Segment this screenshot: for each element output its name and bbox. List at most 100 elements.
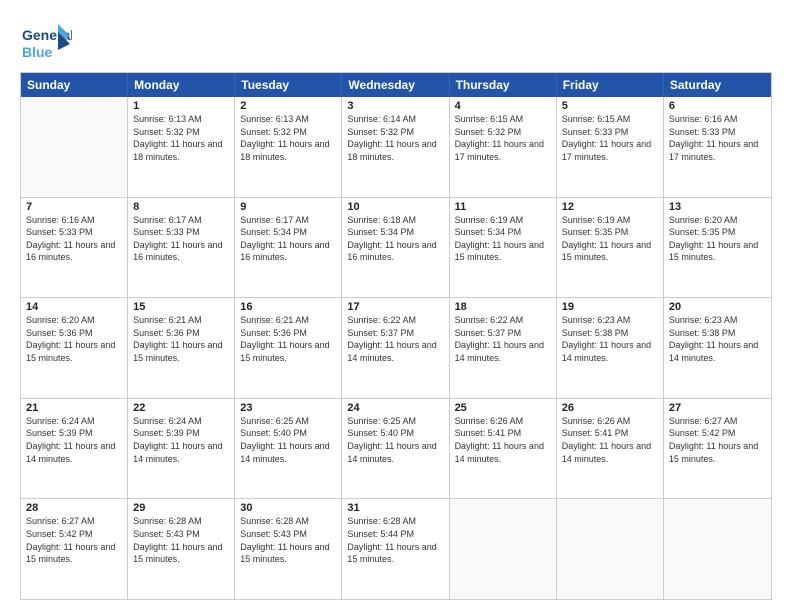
- day-number: 29: [133, 502, 229, 514]
- calendar-header-thursday: Thursday: [450, 73, 557, 97]
- day-number: 24: [347, 402, 443, 414]
- calendar-header-tuesday: Tuesday: [235, 73, 342, 97]
- calendar-cell: [450, 499, 557, 599]
- day-number: 17: [347, 301, 443, 313]
- day-info: Sunrise: 6:19 AM Sunset: 5:35 PM Dayligh…: [562, 214, 658, 264]
- day-number: 28: [26, 502, 122, 514]
- day-info: Sunrise: 6:13 AM Sunset: 5:32 PM Dayligh…: [133, 113, 229, 163]
- day-info: Sunrise: 6:22 AM Sunset: 5:37 PM Dayligh…: [455, 314, 551, 364]
- calendar-cell: 17Sunrise: 6:22 AM Sunset: 5:37 PM Dayli…: [342, 298, 449, 398]
- calendar-cell: 10Sunrise: 6:18 AM Sunset: 5:34 PM Dayli…: [342, 198, 449, 298]
- day-info: Sunrise: 6:16 AM Sunset: 5:33 PM Dayligh…: [26, 214, 122, 264]
- calendar-header-sunday: Sunday: [21, 73, 128, 97]
- day-number: 27: [669, 402, 766, 414]
- day-number: 20: [669, 301, 766, 313]
- calendar-week-4: 28Sunrise: 6:27 AM Sunset: 5:42 PM Dayli…: [21, 498, 771, 599]
- day-number: 7: [26, 201, 122, 213]
- day-info: Sunrise: 6:21 AM Sunset: 5:36 PM Dayligh…: [240, 314, 336, 364]
- day-number: 31: [347, 502, 443, 514]
- day-info: Sunrise: 6:16 AM Sunset: 5:33 PM Dayligh…: [669, 113, 766, 163]
- calendar-cell: 30Sunrise: 6:28 AM Sunset: 5:43 PM Dayli…: [235, 499, 342, 599]
- day-info: Sunrise: 6:20 AM Sunset: 5:36 PM Dayligh…: [26, 314, 122, 364]
- calendar-cell: 11Sunrise: 6:19 AM Sunset: 5:34 PM Dayli…: [450, 198, 557, 298]
- day-number: 1: [133, 100, 229, 112]
- calendar-cell: 3Sunrise: 6:14 AM Sunset: 5:32 PM Daylig…: [342, 97, 449, 197]
- calendar-header-friday: Friday: [557, 73, 664, 97]
- calendar-cell: 20Sunrise: 6:23 AM Sunset: 5:38 PM Dayli…: [664, 298, 771, 398]
- day-number: 8: [133, 201, 229, 213]
- day-info: Sunrise: 6:24 AM Sunset: 5:39 PM Dayligh…: [26, 415, 122, 465]
- day-number: 2: [240, 100, 336, 112]
- calendar-cell: 6Sunrise: 6:16 AM Sunset: 5:33 PM Daylig…: [664, 97, 771, 197]
- calendar-cell: 21Sunrise: 6:24 AM Sunset: 5:39 PM Dayli…: [21, 399, 128, 499]
- day-number: 26: [562, 402, 658, 414]
- calendar-cell: 27Sunrise: 6:27 AM Sunset: 5:42 PM Dayli…: [664, 399, 771, 499]
- day-info: Sunrise: 6:25 AM Sunset: 5:40 PM Dayligh…: [347, 415, 443, 465]
- day-info: Sunrise: 6:20 AM Sunset: 5:35 PM Dayligh…: [669, 214, 766, 264]
- calendar-body: 1Sunrise: 6:13 AM Sunset: 5:32 PM Daylig…: [21, 97, 771, 599]
- calendar-cell: 18Sunrise: 6:22 AM Sunset: 5:37 PM Dayli…: [450, 298, 557, 398]
- calendar-cell: 13Sunrise: 6:20 AM Sunset: 5:35 PM Dayli…: [664, 198, 771, 298]
- day-number: 14: [26, 301, 122, 313]
- calendar-week-0: 1Sunrise: 6:13 AM Sunset: 5:32 PM Daylig…: [21, 97, 771, 197]
- calendar-cell: 19Sunrise: 6:23 AM Sunset: 5:38 PM Dayli…: [557, 298, 664, 398]
- calendar-cell: 4Sunrise: 6:15 AM Sunset: 5:32 PM Daylig…: [450, 97, 557, 197]
- day-info: Sunrise: 6:24 AM Sunset: 5:39 PM Dayligh…: [133, 415, 229, 465]
- calendar-week-3: 21Sunrise: 6:24 AM Sunset: 5:39 PM Dayli…: [21, 398, 771, 499]
- calendar-cell: 2Sunrise: 6:13 AM Sunset: 5:32 PM Daylig…: [235, 97, 342, 197]
- calendar-header-row: SundayMondayTuesdayWednesdayThursdayFrid…: [21, 73, 771, 97]
- day-number: 3: [347, 100, 443, 112]
- calendar-cell: 9Sunrise: 6:17 AM Sunset: 5:34 PM Daylig…: [235, 198, 342, 298]
- day-info: Sunrise: 6:26 AM Sunset: 5:41 PM Dayligh…: [455, 415, 551, 465]
- calendar-cell: 5Sunrise: 6:15 AM Sunset: 5:33 PM Daylig…: [557, 97, 664, 197]
- calendar-week-2: 14Sunrise: 6:20 AM Sunset: 5:36 PM Dayli…: [21, 297, 771, 398]
- day-number: 15: [133, 301, 229, 313]
- calendar-cell: 28Sunrise: 6:27 AM Sunset: 5:42 PM Dayli…: [21, 499, 128, 599]
- calendar-cell: [557, 499, 664, 599]
- day-info: Sunrise: 6:19 AM Sunset: 5:34 PM Dayligh…: [455, 214, 551, 264]
- calendar-header-wednesday: Wednesday: [342, 73, 449, 97]
- day-number: 11: [455, 201, 551, 213]
- calendar-cell: 8Sunrise: 6:17 AM Sunset: 5:33 PM Daylig…: [128, 198, 235, 298]
- day-info: Sunrise: 6:23 AM Sunset: 5:38 PM Dayligh…: [562, 314, 658, 364]
- day-info: Sunrise: 6:17 AM Sunset: 5:33 PM Dayligh…: [133, 214, 229, 264]
- calendar-cell: 31Sunrise: 6:28 AM Sunset: 5:44 PM Dayli…: [342, 499, 449, 599]
- day-info: Sunrise: 6:18 AM Sunset: 5:34 PM Dayligh…: [347, 214, 443, 264]
- calendar-cell: 7Sunrise: 6:16 AM Sunset: 5:33 PM Daylig…: [21, 198, 128, 298]
- day-info: Sunrise: 6:27 AM Sunset: 5:42 PM Dayligh…: [669, 415, 766, 465]
- day-info: Sunrise: 6:13 AM Sunset: 5:32 PM Dayligh…: [240, 113, 336, 163]
- calendar-cell: 26Sunrise: 6:26 AM Sunset: 5:41 PM Dayli…: [557, 399, 664, 499]
- day-number: 4: [455, 100, 551, 112]
- day-number: 6: [669, 100, 766, 112]
- calendar-cell: 16Sunrise: 6:21 AM Sunset: 5:36 PM Dayli…: [235, 298, 342, 398]
- day-info: Sunrise: 6:28 AM Sunset: 5:44 PM Dayligh…: [347, 515, 443, 565]
- day-number: 23: [240, 402, 336, 414]
- calendar-cell: 12Sunrise: 6:19 AM Sunset: 5:35 PM Dayli…: [557, 198, 664, 298]
- day-info: Sunrise: 6:28 AM Sunset: 5:43 PM Dayligh…: [240, 515, 336, 565]
- day-number: 21: [26, 402, 122, 414]
- day-number: 18: [455, 301, 551, 313]
- calendar-cell: 23Sunrise: 6:25 AM Sunset: 5:40 PM Dayli…: [235, 399, 342, 499]
- calendar-cell: 14Sunrise: 6:20 AM Sunset: 5:36 PM Dayli…: [21, 298, 128, 398]
- day-info: Sunrise: 6:22 AM Sunset: 5:37 PM Dayligh…: [347, 314, 443, 364]
- day-info: Sunrise: 6:15 AM Sunset: 5:33 PM Dayligh…: [562, 113, 658, 163]
- calendar-cell: [21, 97, 128, 197]
- logo-svg: GeneralBlue: [20, 22, 72, 64]
- day-info: Sunrise: 6:26 AM Sunset: 5:41 PM Dayligh…: [562, 415, 658, 465]
- header: GeneralBlue: [20, 18, 772, 64]
- day-number: 22: [133, 402, 229, 414]
- day-number: 25: [455, 402, 551, 414]
- day-number: 9: [240, 201, 336, 213]
- day-number: 13: [669, 201, 766, 213]
- day-info: Sunrise: 6:14 AM Sunset: 5:32 PM Dayligh…: [347, 113, 443, 163]
- day-number: 16: [240, 301, 336, 313]
- day-info: Sunrise: 6:23 AM Sunset: 5:38 PM Dayligh…: [669, 314, 766, 364]
- calendar-header-monday: Monday: [128, 73, 235, 97]
- page: GeneralBlue SundayMondayTuesdayWednesday…: [0, 0, 792, 612]
- day-number: 30: [240, 502, 336, 514]
- day-info: Sunrise: 6:15 AM Sunset: 5:32 PM Dayligh…: [455, 113, 551, 163]
- day-info: Sunrise: 6:25 AM Sunset: 5:40 PM Dayligh…: [240, 415, 336, 465]
- calendar-cell: 22Sunrise: 6:24 AM Sunset: 5:39 PM Dayli…: [128, 399, 235, 499]
- calendar-week-1: 7Sunrise: 6:16 AM Sunset: 5:33 PM Daylig…: [21, 197, 771, 298]
- calendar: SundayMondayTuesdayWednesdayThursdayFrid…: [20, 72, 772, 600]
